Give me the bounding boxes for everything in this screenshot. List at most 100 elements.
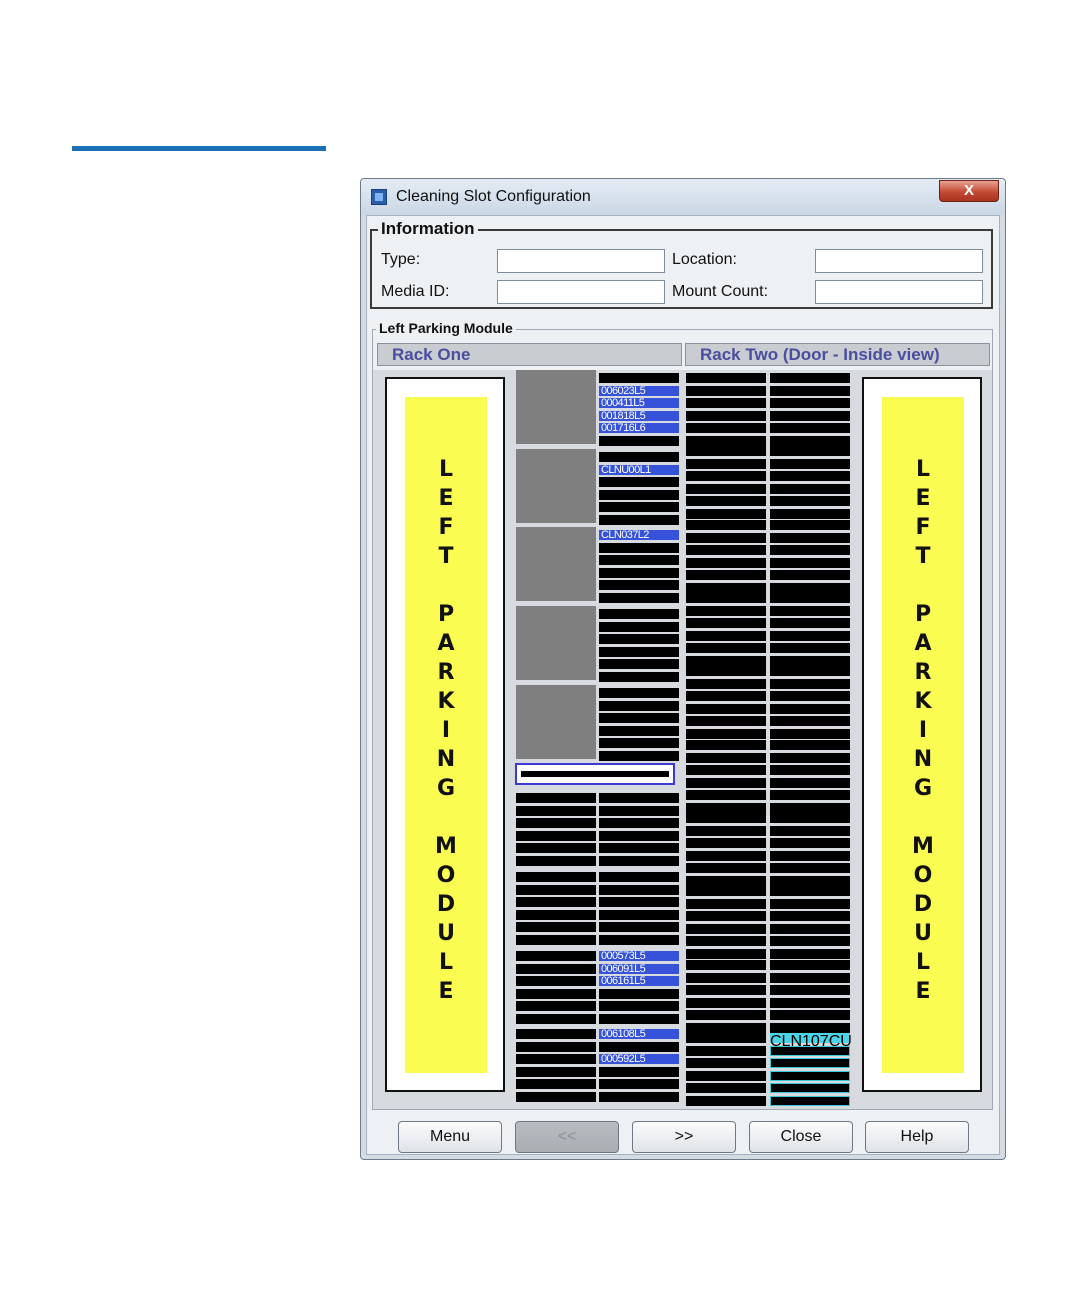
storage-slot[interactable] (599, 688, 679, 698)
storage-slot[interactable] (686, 496, 766, 507)
storage-slot[interactable] (770, 863, 850, 874)
storage-slot[interactable] (599, 843, 679, 854)
storage-slot[interactable] (599, 909, 679, 920)
storage-slot[interactable] (686, 1033, 766, 1043)
storage-slot[interactable] (770, 398, 850, 409)
storage-slot[interactable] (770, 570, 850, 581)
tape-slot[interactable]: 006091L5 (599, 963, 679, 974)
storage-slot[interactable] (599, 713, 679, 724)
storage-slot[interactable] (599, 1092, 679, 1102)
storage-slot[interactable] (599, 555, 679, 566)
storage-slot[interactable] (599, 436, 679, 446)
storage-slot[interactable] (770, 985, 850, 996)
storage-slot[interactable] (770, 1058, 850, 1069)
storage-slot[interactable] (599, 872, 679, 882)
storage-slot[interactable] (516, 793, 596, 803)
storage-slot[interactable] (686, 729, 766, 739)
storage-slot[interactable] (770, 898, 850, 909)
storage-slot[interactable] (770, 557, 850, 568)
storage-slot[interactable] (686, 545, 766, 556)
storage-slot[interactable] (599, 373, 679, 383)
tape-slot[interactable]: 000573L5 (599, 951, 679, 961)
storage-slot[interactable] (686, 385, 766, 396)
storage-slot[interactable] (770, 373, 850, 383)
storage-slot[interactable] (686, 1058, 766, 1069)
storage-slot[interactable] (686, 960, 766, 970)
storage-slot[interactable] (599, 593, 679, 603)
storage-slot[interactable] (686, 972, 766, 983)
storage-slot[interactable] (770, 643, 850, 654)
empty-magazine[interactable] (516, 370, 596, 444)
storage-slot[interactable] (599, 1066, 679, 1077)
menu-button[interactable]: Menu (398, 1121, 502, 1153)
title-bar[interactable]: Cleaning Slot Configuration X (361, 179, 1005, 215)
tape-slot[interactable]: 000411L5 (599, 398, 679, 409)
storage-slot[interactable] (516, 818, 596, 829)
storage-slot[interactable] (686, 373, 766, 383)
storage-slot[interactable] (599, 805, 679, 816)
storage-slot[interactable] (599, 672, 679, 682)
storage-slot[interactable] (686, 583, 766, 593)
storage-slot[interactable] (686, 1045, 766, 1056)
storage-slot[interactable] (686, 813, 766, 823)
tape-slot[interactable]: 000592L5 (599, 1054, 679, 1065)
storage-slot[interactable] (770, 1070, 850, 1081)
storage-slot[interactable] (599, 884, 679, 895)
storage-slot[interactable] (770, 458, 850, 469)
storage-slot[interactable] (516, 1001, 596, 1012)
storage-slot[interactable] (686, 666, 766, 676)
mount-count-field[interactable] (815, 280, 983, 304)
storage-slot[interactable] (770, 777, 850, 788)
storage-slot[interactable] (686, 838, 766, 849)
storage-slot[interactable] (686, 1096, 766, 1106)
storage-slot[interactable] (770, 716, 850, 727)
storage-slot[interactable] (599, 793, 679, 803)
storage-slot[interactable] (770, 446, 850, 456)
tape-slot[interactable]: CLNU00L1 (599, 464, 679, 475)
storage-slot[interactable] (599, 988, 679, 999)
storage-slot[interactable] (686, 458, 766, 469)
storage-slot[interactable] (599, 897, 679, 908)
storage-slot[interactable] (770, 630, 850, 641)
storage-slot[interactable] (770, 752, 850, 763)
storage-slot[interactable] (686, 803, 766, 813)
storage-slot[interactable] (599, 935, 679, 945)
storage-slot[interactable] (686, 471, 766, 482)
storage-slot[interactable] (599, 634, 679, 645)
storage-slot[interactable] (686, 691, 766, 702)
storage-slot[interactable] (770, 703, 850, 714)
storage-slot[interactable] (770, 886, 850, 896)
storage-slot[interactable] (599, 1079, 679, 1090)
empty-magazine[interactable] (516, 606, 596, 680)
storage-slot[interactable] (770, 678, 850, 689)
storage-slot[interactable] (686, 1070, 766, 1081)
storage-slot[interactable] (770, 1045, 850, 1056)
storage-slot[interactable] (686, 423, 766, 434)
storage-slot[interactable] (686, 886, 766, 896)
storage-slot[interactable] (599, 452, 679, 462)
storage-slot[interactable] (770, 520, 850, 530)
storage-slot[interactable] (686, 949, 766, 959)
storage-slot[interactable] (686, 532, 766, 543)
storage-slot[interactable] (770, 876, 850, 886)
storage-slot[interactable] (516, 1041, 596, 1052)
tape-slot[interactable]: 001716L6 (599, 423, 679, 434)
storage-slot[interactable] (599, 738, 679, 749)
storage-slot[interactable] (599, 542, 679, 553)
storage-slot[interactable] (770, 471, 850, 482)
storage-slot[interactable] (770, 436, 850, 446)
storage-slot[interactable] (770, 496, 850, 507)
storage-slot[interactable] (770, 803, 850, 813)
storage-slot[interactable] (599, 922, 679, 933)
storage-slot[interactable] (599, 1041, 679, 1052)
storage-slot[interactable] (516, 951, 596, 961)
storage-slot[interactable] (770, 1010, 850, 1021)
storage-slot[interactable] (770, 618, 850, 629)
media-id-field[interactable] (497, 280, 665, 304)
tape-slot[interactable]: 006108L5 (599, 1029, 679, 1039)
storage-slot[interactable] (686, 716, 766, 727)
storage-slot[interactable] (686, 997, 766, 1008)
storage-slot[interactable] (770, 410, 850, 421)
storage-slot[interactable] (686, 1083, 766, 1094)
tape-slot[interactable]: CLN107CU (770, 1033, 852, 1050)
